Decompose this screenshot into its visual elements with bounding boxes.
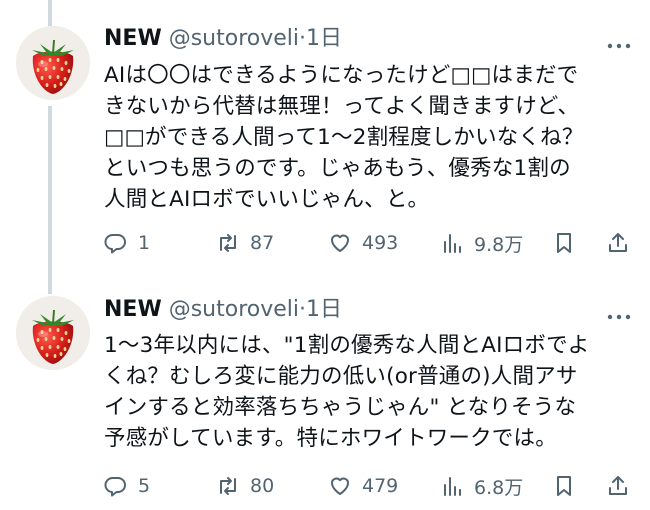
author-row: NEW @sutoroveli·1日 [104, 24, 342, 54]
like-count: 479 [362, 475, 399, 497]
display-name[interactable]: NEW [104, 297, 162, 322]
avatar[interactable] [16, 296, 90, 370]
like-button[interactable]: 479 [328, 469, 398, 503]
more-button[interactable] [606, 36, 632, 49]
bookmark-icon [557, 233, 571, 253]
timestamp[interactable]: 1日 [306, 26, 342, 51]
handle[interactable]: @sutoroveli [169, 26, 299, 51]
view-count: 6.8万 [474, 476, 524, 499]
repost-count: 87 [250, 232, 275, 254]
heart-icon [331, 234, 349, 252]
reply-count: 1 [138, 232, 151, 254]
repost-icon [220, 234, 236, 252]
views-button[interactable]: 6.8万 [440, 469, 523, 503]
repost-icon [220, 477, 236, 495]
repost-count: 80 [250, 475, 275, 497]
reply-icon [104, 477, 126, 497]
action-bar: 1 87 493 9.8万 [100, 226, 640, 260]
strawberry-avatar-icon [16, 296, 90, 370]
separator: · [299, 26, 307, 51]
more-icon [607, 314, 631, 320]
strawberry-avatar-icon [16, 26, 90, 100]
reply-count: 5 [138, 475, 151, 497]
thread-line-connector [48, 106, 52, 294]
more-button[interactable] [606, 307, 632, 320]
like-button[interactable]: 493 [328, 226, 398, 260]
reply-button[interactable]: 5 [104, 469, 150, 503]
author-row: NEW @sutoroveli·1日 [104, 295, 342, 325]
display-name[interactable]: NEW [104, 26, 162, 51]
bookmark-button[interactable] [552, 469, 576, 503]
repost-button[interactable]: 80 [216, 469, 274, 503]
more-icon [607, 43, 631, 49]
views-icon [444, 234, 461, 253]
share-icon [609, 233, 627, 252]
tweet-text: 1〜3年以内には、"1割の優秀な人間とAIロボでよ くね？むしろ変に能力の低い(… [104, 333, 590, 451]
share-icon [609, 476, 627, 495]
heart-icon [331, 477, 349, 495]
timestamp[interactable]: 1日 [306, 297, 342, 322]
tweet-text: AIは〇〇はできるようになったけど□□はまだで きないから代替は無理！ってよく聞… [104, 63, 584, 212]
action-bar: 5 80 479 6.8万 [100, 469, 640, 503]
views-icon [444, 477, 461, 496]
separator: · [299, 297, 307, 322]
bookmark-icon [557, 476, 571, 496]
bookmark-button[interactable] [552, 226, 576, 260]
like-count: 493 [362, 232, 399, 254]
views-button[interactable]: 9.8万 [440, 226, 523, 260]
handle[interactable]: @sutoroveli [169, 297, 299, 322]
share-button[interactable] [606, 469, 630, 503]
reply-icon [104, 234, 126, 254]
view-count: 9.8万 [474, 233, 524, 256]
avatar[interactable] [16, 26, 90, 100]
share-button[interactable] [606, 226, 630, 260]
repost-button[interactable]: 87 [216, 226, 274, 260]
reply-button[interactable]: 1 [104, 226, 150, 260]
